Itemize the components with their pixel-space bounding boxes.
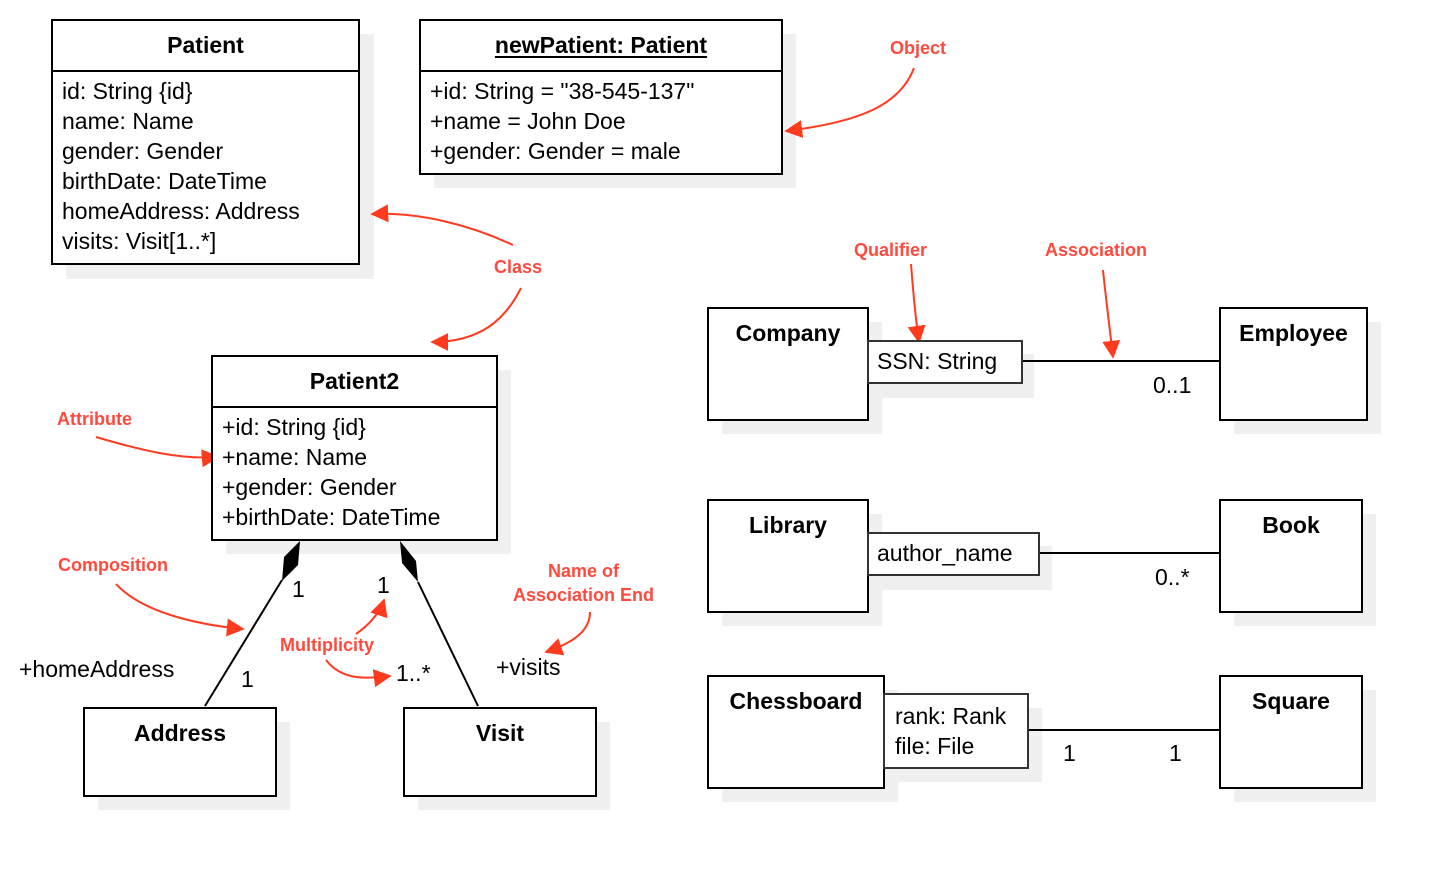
- class-employee-name: Employee: [1239, 320, 1348, 346]
- attribute: +name = John Doe: [430, 108, 626, 134]
- association-arrow: [1102, 269, 1121, 359]
- class-square-name: Square: [1252, 688, 1330, 714]
- object-new-patient-name: newPatient: Patient: [494, 32, 708, 58]
- annotation-class: Class: [494, 257, 543, 277]
- class-chessboard-name: Chessboard: [729, 688, 863, 714]
- class-visit[interactable]: Visit: [403, 707, 597, 797]
- attribute-arrow: [95, 436, 220, 468]
- class-company[interactable]: Company: [707, 307, 869, 421]
- class-patient2[interactable]: Patient2 +id: String {id} +name: Name +g…: [211, 355, 498, 541]
- annotation-object: Object: [890, 38, 947, 58]
- object-new-patient-attributes: +id: String = "38-545-137" +name = John …: [421, 72, 781, 166]
- composition-diamond-address-icon: [282, 541, 300, 581]
- annotation-composition: Composition: [58, 555, 168, 575]
- multiplicity-patient2-address-whole: 1: [292, 576, 305, 602]
- multiplicity-arrow-right: [325, 659, 392, 688]
- class-patient-attributes: id: String {id} name: Name gender: Gende…: [53, 72, 358, 256]
- class-patient[interactable]: Patient id: String {id} name: Name gende…: [51, 19, 360, 265]
- annotation-qualifier: Qualifier: [854, 240, 928, 260]
- multiplicity-patient2-visit-whole: 1: [377, 572, 390, 598]
- multiplicity-square: 1: [1169, 740, 1182, 766]
- class-book-name: Book: [1262, 512, 1320, 538]
- composition-arrow: [115, 583, 245, 637]
- qualifier-attribute: SSN: String: [877, 348, 998, 374]
- class-patient2-name: Patient2: [213, 357, 496, 408]
- class-patient-name: Patient: [53, 21, 358, 72]
- association-end-arrow: [544, 611, 591, 656]
- class-arrow-to-patient2: [430, 287, 522, 351]
- role-visits: +visits: [496, 654, 561, 680]
- attribute: +id: String = "38-545-137": [430, 78, 695, 104]
- qualifier-chessboard[interactable]: rank: Rank file: File: [883, 693, 1029, 769]
- class-library[interactable]: Library: [707, 499, 869, 613]
- attribute: name: Name: [62, 108, 194, 134]
- class-patient2-attributes: +id: String {id} +name: Name +gender: Ge…: [213, 408, 496, 532]
- multiplicity-book: 0..*: [1155, 564, 1190, 590]
- annotation-association-end: Name of Association End: [513, 561, 655, 605]
- multiplicity-employee: 0..1: [1153, 372, 1192, 398]
- class-chessboard[interactable]: Chessboard: [707, 675, 885, 789]
- qualifier-attribute: author_name: [877, 540, 1013, 566]
- attribute: +birthDate: DateTime: [222, 504, 441, 530]
- composition-diamond-visit-icon: [400, 541, 418, 582]
- role-home-address: +homeAddress: [19, 656, 175, 682]
- attribute: visits: Visit[1..*]: [62, 228, 217, 254]
- attribute: +gender: Gender: [222, 474, 397, 500]
- multiplicity-patient2-address-part: 1: [241, 666, 254, 692]
- class-address-name: Address: [133, 720, 227, 746]
- object-arrow: [784, 67, 915, 138]
- class-square[interactable]: Square: [1219, 675, 1363, 789]
- class-arrow-to-patient: [370, 204, 514, 246]
- annotation-multiplicity: Multiplicity: [280, 635, 374, 655]
- multiplicity-chessboard: 1: [1063, 740, 1076, 766]
- qualifier-library[interactable]: author_name: [867, 532, 1040, 576]
- attribute: birthDate: DateTime: [62, 168, 267, 194]
- attribute: +id: String {id}: [222, 414, 366, 440]
- attribute: +name: Name: [222, 444, 368, 470]
- attribute: +gender: Gender = male: [430, 138, 681, 164]
- class-visit-name: Visit: [475, 720, 525, 746]
- annotation-association: Association: [1045, 240, 1148, 260]
- annotation-attribute: Attribute: [57, 409, 132, 429]
- qualifier-attribute: rank: Rank: [895, 703, 1007, 729]
- class-company-name: Company: [735, 320, 841, 346]
- composition-line-visit: [417, 581, 479, 707]
- qualifier-arrow: [907, 263, 926, 344]
- multiplicity-patient2-visit-part: 1..*: [396, 660, 431, 686]
- object-new-patient[interactable]: newPatient: Patient +id: String = "38-54…: [419, 19, 783, 175]
- class-address[interactable]: Address: [83, 707, 277, 797]
- class-library-name: Library: [749, 512, 827, 538]
- qualifier-attribute: file: File: [895, 733, 975, 759]
- attribute: id: String {id}: [62, 78, 193, 104]
- class-employee[interactable]: Employee: [1219, 307, 1368, 421]
- qualifier-company[interactable]: SSN: String: [867, 340, 1023, 384]
- attribute: homeAddress: Address: [62, 198, 300, 224]
- attribute: gender: Gender: [62, 138, 224, 164]
- class-book[interactable]: Book: [1219, 499, 1363, 613]
- multiplicity-arrow-up: [355, 598, 388, 635]
